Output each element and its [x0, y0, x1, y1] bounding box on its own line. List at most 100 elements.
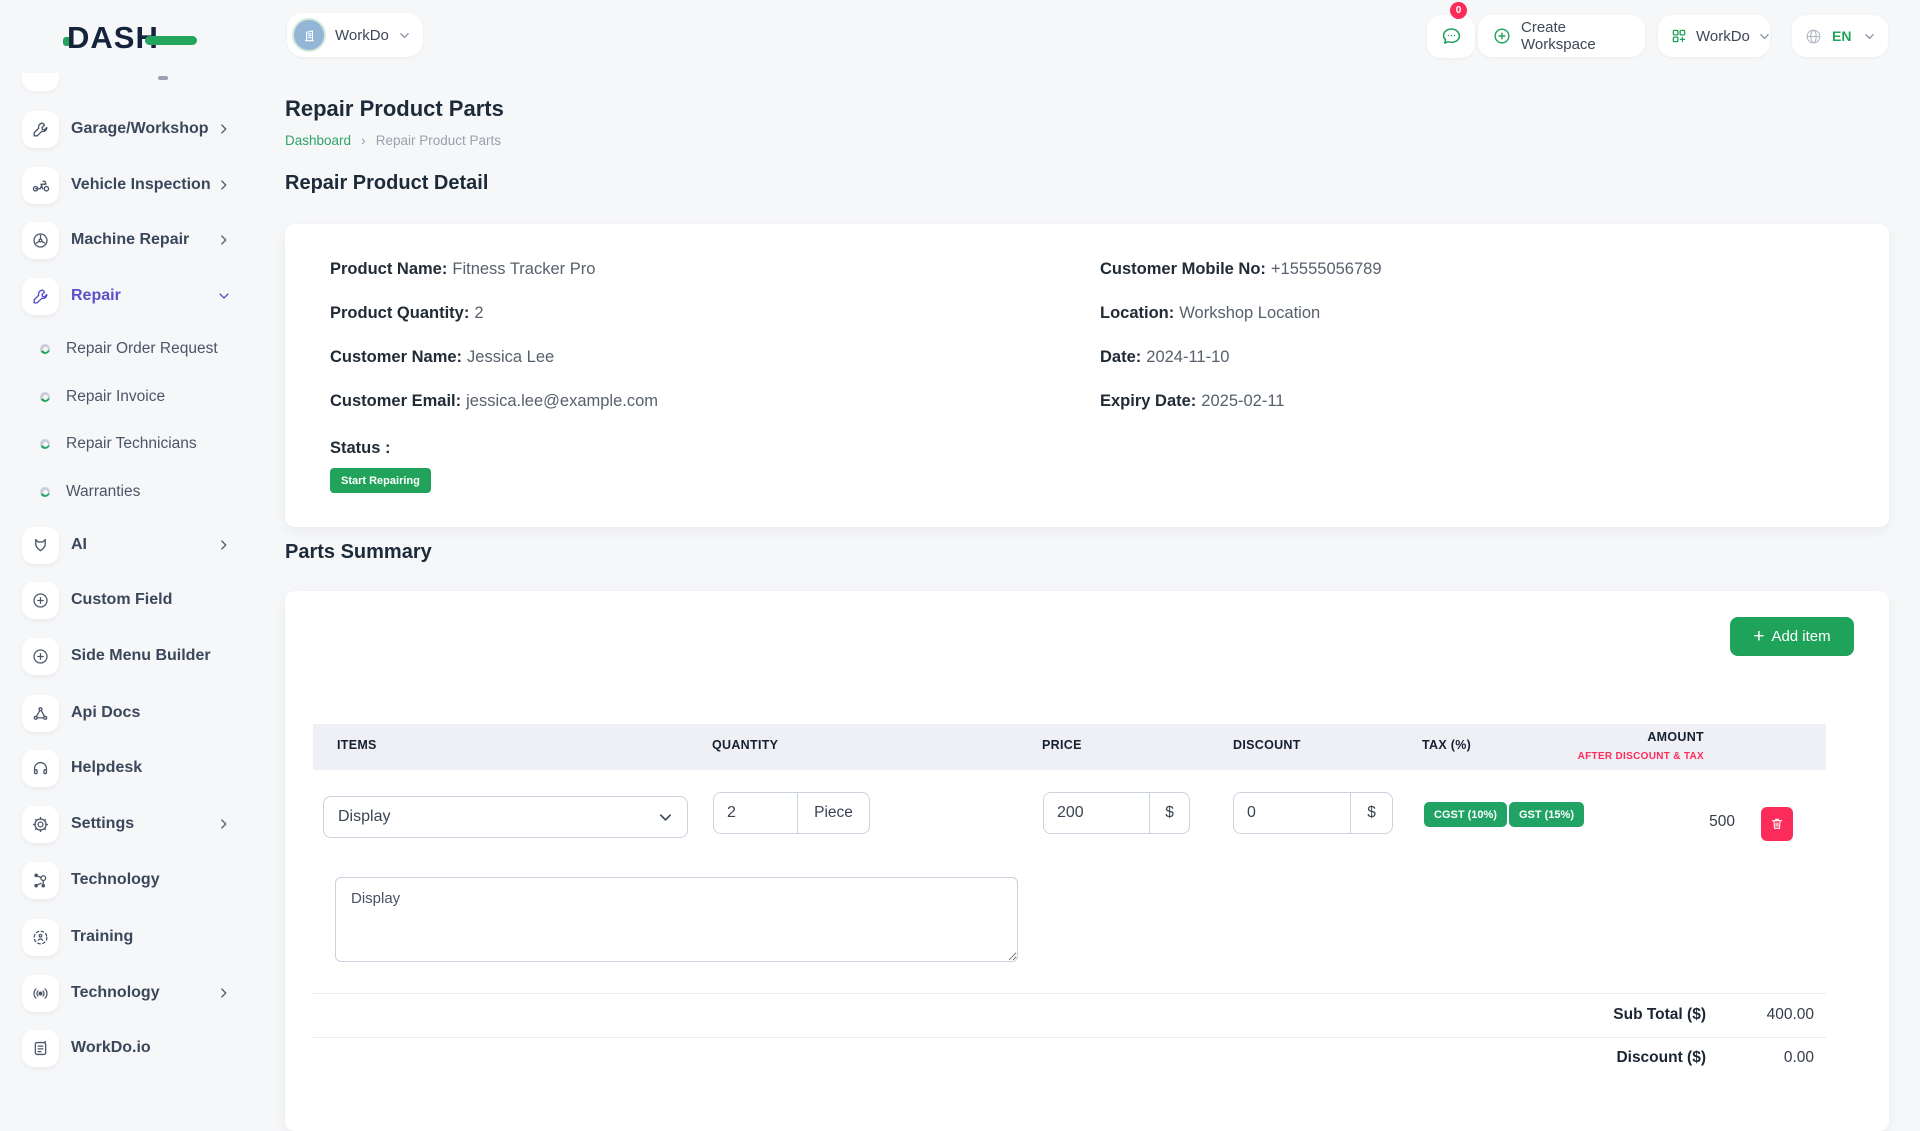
sidebar-item-label: Technology [71, 871, 160, 889]
sidebar: Garage/Workshop Vehicle Inspection Machi… [0, 44, 253, 1080]
workspace-switcher[interactable]: WorkDo [287, 13, 423, 57]
training-target-icon [22, 919, 59, 956]
parts-summary-card: + Add item ITEMS QUANTITY PRICE DISCOUNT… [285, 591, 1889, 1131]
field-value: 2025-02-11 [1201, 392, 1284, 410]
field-label: Expiry Date: [1100, 392, 1196, 410]
wrench-icon [22, 278, 59, 315]
sidebar-item-training[interactable]: Training [22, 915, 231, 959]
price-input[interactable] [1044, 793, 1149, 833]
discount-input[interactable] [1234, 793, 1350, 833]
ai-wolf-icon [22, 527, 59, 564]
broadcast-icon [22, 975, 59, 1012]
sidebar-item-technology[interactable]: Technology [22, 858, 231, 902]
breadcrumb-dashboard-link[interactable]: Dashboard [285, 133, 351, 148]
tax-badges: CGST (10%) GST (15%) [1424, 802, 1584, 827]
sidebar-item-label: Settings [71, 815, 134, 833]
status-ring-icon [40, 392, 50, 402]
messages-button[interactable]: 0 [1427, 15, 1475, 58]
sidebar-item-machine-repair[interactable]: Machine Repair [22, 218, 231, 262]
column-header-amount: AMOUNT [1647, 730, 1704, 744]
app-root: DASH WorkDo 0 Create Workspace WorkDo [0, 0, 1920, 1080]
gear-icon [22, 806, 59, 843]
field-customer-mobile: Customer Mobile No:+15555056789 [1100, 260, 1382, 279]
field-value: jessica.lee@example.com [466, 392, 658, 410]
field-product-quantity: Product Quantity:2 [330, 304, 484, 323]
globe-icon [1804, 27, 1823, 46]
item-description-textarea[interactable]: Display [335, 877, 1018, 962]
motorcycle-icon [22, 167, 59, 204]
sidebar-item-repair[interactable]: Repair [22, 274, 231, 318]
item-select[interactable]: Display [323, 796, 688, 838]
chevron-down-icon [398, 29, 411, 42]
breadcrumb-current: Repair Product Parts [376, 133, 501, 148]
sidebar-item-label: Helpdesk [71, 759, 142, 777]
sidebar-subitem-repair-technicians[interactable]: Repair Technicians [40, 432, 230, 456]
sidebar-item-label: Vehicle Inspection [71, 176, 211, 194]
field-customer-name: Customer Name:Jessica Lee [330, 348, 554, 367]
sidebar-item-vehicle-inspection[interactable]: Vehicle Inspection [22, 163, 231, 207]
item-select-value: Display [338, 808, 390, 826]
sidebar-item-api-docs[interactable]: Api Docs [22, 691, 231, 735]
row-amount-value: 500 [1709, 813, 1735, 831]
column-header-discount: DISCOUNT [1233, 738, 1301, 752]
chevron-down-icon [217, 289, 231, 303]
chevron-down-icon [1863, 30, 1876, 43]
circle-plus-icon [22, 638, 59, 675]
column-header-price: PRICE [1042, 738, 1082, 752]
logo-accent-bar [145, 36, 197, 45]
plus-circle-icon [1492, 26, 1512, 46]
subtotal-value: 400.00 [1767, 1006, 1814, 1024]
discount-total-value: 0.00 [1784, 1049, 1814, 1067]
quantity-input[interactable] [714, 793, 797, 833]
field-customer-email: Customer Email:jessica.lee@example.com [330, 392, 658, 411]
sidebar-item-side-menu-builder[interactable]: Side Menu Builder [22, 634, 231, 678]
field-value: Jessica Lee [467, 348, 554, 366]
sidebar-item-helpdesk[interactable]: Helpdesk [22, 746, 231, 790]
sidebar-subitem-warranties[interactable]: Warranties [40, 480, 230, 504]
grid-plus-icon [1670, 27, 1688, 45]
sidebar-subitem-repair-order-request[interactable]: Repair Order Request [40, 337, 230, 361]
discount-input-group: $ [1233, 792, 1393, 834]
field-value: +15555056789 [1271, 260, 1382, 278]
sidebar-item-settings[interactable]: Settings [22, 802, 231, 846]
sidebar-subitem-label: Repair Order Request [66, 340, 218, 358]
status-ring-icon [40, 487, 50, 497]
sidebar-item-ai[interactable]: AI [22, 523, 231, 567]
sidebar-subitem-repair-invoice[interactable]: Repair Invoice [40, 385, 230, 409]
sidebar-item-garage-workshop[interactable]: Garage/Workshop [22, 107, 231, 151]
sidebar-item-label: AI [71, 536, 87, 554]
delete-item-button[interactable] [1761, 807, 1793, 841]
table-header-band: ITEMS QUANTITY PRICE DISCOUNT TAX (%) AM… [313, 724, 1826, 770]
sidebar-item-label: Machine Repair [71, 231, 189, 249]
chevron-right-icon [217, 817, 231, 831]
create-workspace-button[interactable]: Create Workspace [1478, 15, 1645, 57]
status-badge[interactable]: Start Repairing [330, 468, 431, 493]
workdo-menu-button[interactable]: WorkDo [1658, 15, 1770, 57]
clipped-menu-item [22, 73, 59, 91]
language-selector[interactable]: EN [1792, 15, 1888, 57]
status-ring-icon [40, 439, 50, 449]
sidebar-subitem-label: Repair Technicians [66, 435, 197, 453]
sidebar-item-technology-2[interactable]: Technology [22, 971, 231, 1015]
field-label: Location: [1100, 304, 1174, 322]
sidebar-item-label: Api Docs [71, 704, 140, 722]
field-value: Fitness Tracker Pro [452, 260, 595, 278]
document-icon [22, 1030, 59, 1067]
tax-badge-gst: GST (15%) [1509, 802, 1584, 827]
sidebar-item-custom-field[interactable]: Custom Field [22, 578, 231, 622]
field-date: Date:2024-11-10 [1100, 348, 1229, 367]
plus-icon: + [1753, 627, 1764, 646]
sidebar-item-label: Custom Field [71, 591, 172, 609]
add-item-button[interactable]: + Add item [1730, 617, 1854, 656]
create-workspace-label: Create Workspace [1521, 19, 1631, 53]
sidebar-subitem-label: Repair Invoice [66, 388, 165, 406]
sidebar-item-label: Training [71, 928, 133, 946]
wrench-icon [22, 111, 59, 148]
chevron-right-icon [217, 178, 231, 192]
trash-icon [1769, 816, 1785, 832]
totals-divider [313, 1037, 1826, 1038]
field-label: Date: [1100, 348, 1141, 366]
field-status-label: Status : [330, 439, 396, 458]
subtotal-label: Sub Total ($) [1613, 1006, 1706, 1024]
sidebar-item-workdo-io[interactable]: WorkDo.io [22, 1026, 231, 1070]
